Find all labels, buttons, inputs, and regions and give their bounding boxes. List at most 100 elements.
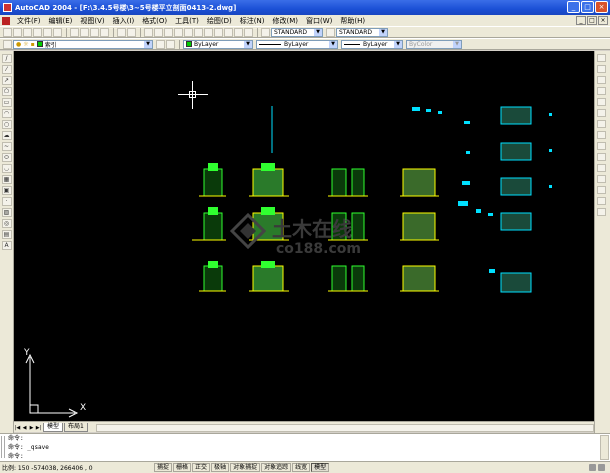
menu-window[interactable]: 窗口(W) [302,16,336,26]
copy-icon[interactable] [80,27,89,37]
zoom-realtime-icon[interactable] [184,27,193,37]
document-icon[interactable] [2,16,10,25]
snap-toggle[interactable]: 捕捉 [154,463,173,472]
layer-manager-icon[interactable] [3,39,12,49]
tab-model[interactable]: 模型 [43,423,64,432]
publish-icon[interactable] [53,27,62,37]
last-tab-button[interactable]: ▶| [35,424,42,432]
coordinates-readout[interactable]: 比例: 150 -574038, 266406 , 0 [2,463,154,472]
insert-block-icon[interactable]: ▦ [1,175,12,184]
menu-edit[interactable]: 编辑(E) [45,16,77,26]
maximize-button[interactable]: □ [581,1,594,13]
close-button[interactable]: × [595,1,608,13]
break-icon[interactable] [597,175,606,183]
prev-tab-button[interactable]: ◀ [21,424,28,432]
autocad-app-icon[interactable] [3,3,12,12]
print-icon[interactable] [33,27,42,37]
linetype-select[interactable]: ByLayer ▼ [256,39,338,49]
design-center-icon[interactable] [224,27,233,37]
ortho-toggle[interactable]: 正交 [192,463,211,472]
layer-select[interactable]: ● ☼ ▪ 索引 ▼ [13,39,153,49]
revision-cloud-icon[interactable]: ☁ [1,131,12,140]
rotate-icon[interactable] [597,120,606,128]
command-window[interactable]: 命令: 命令: _qsave 命令: [0,433,610,461]
next-tab-button[interactable]: ▶ [28,424,35,432]
match-properties-icon[interactable] [100,27,109,37]
doc-restore-button[interactable]: □ [587,16,597,25]
chevron-down-icon[interactable]: ▼ [329,40,337,48]
undo-icon[interactable] [117,27,126,37]
move-icon[interactable] [597,109,606,117]
polygon-icon[interactable]: ⬠ [1,87,12,96]
hyperlink-icon[interactable] [144,27,153,37]
polyline-icon[interactable]: ↗ [1,76,12,85]
print-preview-icon[interactable] [43,27,52,37]
make-block-icon[interactable]: ▣ [1,186,12,195]
lineweight-toggle[interactable]: 线宽 [292,463,311,472]
menu-draw[interactable]: 绘图(D) [203,16,236,26]
menu-dimension[interactable]: 标注(N) [236,16,269,26]
ucs-icon[interactable] [164,27,173,37]
otrack-toggle[interactable]: 对象追踪 [261,463,292,472]
command-window-grip[interactable] [1,436,5,458]
make-object-layer-current-icon[interactable] [156,39,165,49]
point-icon[interactable]: · [1,197,12,206]
chevron-down-icon[interactable]: ▼ [394,40,402,48]
tool-palettes-icon[interactable] [234,27,243,37]
zoom-previous-icon[interactable] [204,27,213,37]
table-icon[interactable]: ▤ [1,230,12,239]
tray-settings-icon[interactable] [598,464,605,471]
open-file-icon[interactable] [13,27,22,37]
mirror-icon[interactable] [597,76,606,84]
menu-insert[interactable]: 插入(I) [109,16,139,26]
help-icon[interactable] [244,27,253,37]
mtext-icon[interactable]: A [1,241,12,250]
chevron-down-icon[interactable]: ▼ [379,28,387,36]
doc-close-button[interactable]: × [598,16,608,25]
fillet-icon[interactable] [597,197,606,205]
stretch-icon[interactable] [597,142,606,150]
offset-icon[interactable] [597,87,606,95]
chevron-down-icon[interactable]: ▼ [244,40,252,48]
array-icon[interactable] [597,98,606,106]
horizontal-scrollbar[interactable] [95,424,594,432]
save-icon[interactable] [23,27,32,37]
pan-icon[interactable] [174,27,183,37]
model-space-toggle[interactable]: 模型 [311,463,330,472]
lineweight-select[interactable]: ByLayer ▼ [341,39,403,49]
paste-icon[interactable] [90,27,99,37]
command-scrollbar[interactable] [600,435,609,460]
ellipse-arc-icon[interactable]: ◡ [1,164,12,173]
scale-icon[interactable] [597,131,606,139]
hatch-icon[interactable]: ▨ [1,208,12,217]
tracking-icon[interactable] [154,27,163,37]
communication-center-icon[interactable] [589,464,596,471]
ellipse-icon[interactable]: ⬭ [1,153,12,162]
text-style-select[interactable]: STANDARD ▼ [271,27,323,37]
dim-style-select[interactable]: STANDARD ▼ [336,27,388,37]
chevron-down-icon[interactable]: ▼ [314,28,322,36]
menu-view[interactable]: 视图(V) [76,16,108,26]
redo-icon[interactable] [127,27,136,37]
osnap-toggle[interactable]: 对象捕捉 [230,463,261,472]
arc-icon[interactable]: ◠ [1,109,12,118]
layer-previous-icon[interactable] [166,39,175,49]
minimize-button[interactable]: _ [567,1,580,13]
tab-layout1[interactable]: 布局1 [64,423,88,432]
doc-minimize-button[interactable]: _ [576,16,586,25]
cut-icon[interactable] [70,27,79,37]
new-file-icon[interactable] [3,27,12,37]
chevron-down-icon[interactable]: ▼ [144,40,152,48]
extend-icon[interactable] [597,164,606,172]
drawing-canvas[interactable]: 土木在线 co188.com Y X [14,51,594,421]
grid-toggle[interactable]: 栅格 [173,463,192,472]
rectangle-icon[interactable]: ▭ [1,98,12,107]
line-tool-icon[interactable]: / [1,54,12,63]
erase-icon[interactable] [597,54,606,62]
menu-file[interactable]: 文件(F) [13,16,45,26]
polar-toggle[interactable]: 极轴 [211,463,230,472]
region-icon[interactable]: ◎ [1,219,12,228]
trim-icon[interactable] [597,153,606,161]
command-prompt[interactable]: 命令: [8,452,610,461]
menu-tools[interactable]: 工具(T) [171,16,203,26]
